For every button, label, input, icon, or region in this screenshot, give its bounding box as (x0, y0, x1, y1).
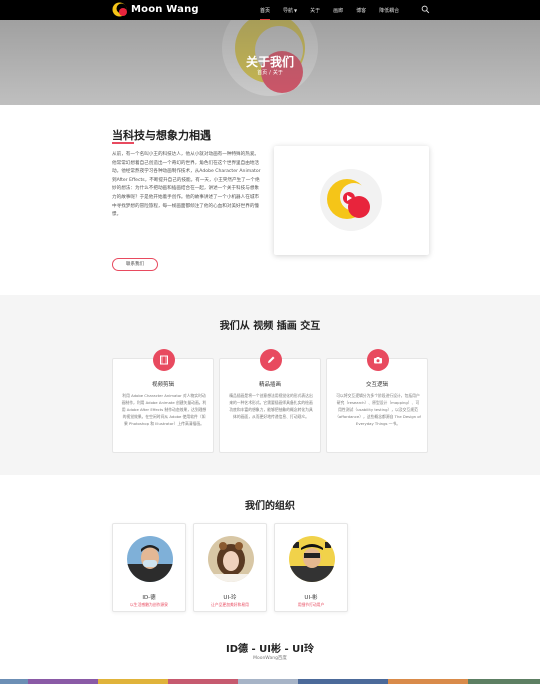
gallery-thumb[interactable] (388, 679, 468, 684)
gallery-thumb[interactable] (168, 679, 238, 684)
service-name: 视频剪辑 (151, 382, 174, 388)
member-name: UI-玲 (223, 595, 237, 601)
service-name: 交互逻辑 (365, 382, 388, 388)
team-subtitle: MoonWang百度 (253, 656, 287, 661)
service-desc: 精品插画是将一个创意想法用视觉化的形式表达出来的一种艺术形式。它需要插画师具备扎… (229, 393, 313, 419)
member-card-id-de[interactable]: ID-德 以生活感触为创作源泉 (112, 523, 186, 612)
contact-button[interactable]: 联系我们 (112, 258, 158, 271)
menu-item-about[interactable]: 关于 (310, 0, 320, 20)
menu-label-gallery: 画廊 (333, 8, 344, 14)
service-card-illustration[interactable]: 精品插画 精品插画是将一个创意想法用视觉化的形式表达出来的一种艺术形式。它需要插… (219, 349, 321, 453)
breadcrumb-current: 关于 (272, 70, 283, 76)
about-heading: 当科技与想象力相遇 (112, 129, 211, 142)
menu-label-extra: 降低耦合 (379, 8, 400, 14)
hero-banner: 关于我们 首页 / 关于 (0, 20, 540, 105)
gallery-thumb[interactable] (98, 679, 168, 684)
heading-underline (112, 142, 134, 144)
member-name: ID-德 (142, 595, 156, 601)
camera-icon (367, 349, 389, 371)
team-heading: ID德 - UI彬 - UI玲 (226, 644, 314, 655)
chevron-down-icon: ▼ (294, 8, 298, 13)
menu-label-home: 首页 (260, 8, 271, 14)
pencil-icon (260, 349, 282, 371)
menu-label-nav: 导航 (283, 8, 294, 14)
service-name: 精品插画 (258, 382, 281, 388)
member-role: 以生活感触为创作源泉 (130, 602, 168, 607)
gallery-thumb[interactable] (298, 679, 388, 684)
member-role: 用细节打动用户 (297, 602, 325, 607)
menu-item-home[interactable]: 首页 (260, 0, 271, 20)
service-desc: 可以将交互逻辑分为多个阶段进行设计，包括用户研究（research）、原型设计（… (335, 393, 421, 426)
page-title: 关于我们 (245, 55, 294, 69)
menu-label-about: 关于 (310, 8, 321, 14)
member-role: 让产品更加美好和易用 (211, 602, 249, 607)
avatar (127, 536, 173, 582)
film-icon (153, 349, 175, 371)
main-menu: 首页 导航▼ 关于 画廊 博客 降低耦合 (260, 0, 412, 20)
breadcrumb-home[interactable]: 首页 (257, 70, 267, 76)
top-nav: Moon Wang 首页 导航▼ 关于 画廊 博客 降低耦合 (0, 0, 540, 20)
menu-item-extra[interactable]: 降低耦合 (379, 0, 399, 20)
avatar (289, 536, 335, 582)
service-card-interaction[interactable]: 交互逻辑 可以将交互逻辑分为多个阶段进行设计，包括用户研究（research）、… (326, 349, 428, 453)
menu-label-blog: 博客 (356, 8, 367, 14)
about-paragraph: 从前，有一个名叫小王的科技达人，他从小就对动画有一种特殊的热爱。他常常幻想着自己… (112, 152, 261, 218)
services-section: 我们从 视频 插画 交互 视频剪辑 利用 Adobe Character Ani… (0, 295, 540, 475)
member-name: UI-彬 (304, 595, 318, 601)
video-card[interactable] (274, 146, 429, 255)
brand-name[interactable]: Moon Wang (131, 4, 199, 15)
brand-logo[interactable] (112, 2, 128, 18)
search-icon[interactable] (421, 5, 430, 14)
org-heading: 我们的组织 (245, 501, 295, 512)
breadcrumb-separator-icon: / (269, 70, 271, 76)
member-card-ui-ling[interactable]: UI-玲 让产品更加美好和易用 (193, 523, 267, 612)
gallery-thumb[interactable] (0, 679, 28, 684)
menu-item-nav[interactable]: 导航▼ (283, 0, 297, 20)
menu-item-blog[interactable]: 博客 (356, 0, 366, 20)
play-logo-icon[interactable] (320, 169, 382, 231)
services-heading: 我们从 视频 插画 交互 (219, 321, 321, 332)
gallery-thumb[interactable] (238, 679, 298, 684)
breadcrumb: 首页 / 关于 (0, 69, 540, 76)
service-card-video[interactable]: 视频剪辑 利用 Adobe Character Animator 对人物实时动画… (112, 349, 214, 453)
member-card-ui-bin[interactable]: UI-彬 用细节打动用户 (274, 523, 348, 612)
gallery-thumb[interactable] (28, 679, 98, 684)
gallery-thumb[interactable] (468, 679, 540, 684)
avatar (208, 536, 254, 582)
service-desc: 利用 Adobe Character Animator 对人物实时动画制作，利用… (121, 393, 207, 426)
menu-item-gallery[interactable]: 画廊 (333, 0, 343, 20)
